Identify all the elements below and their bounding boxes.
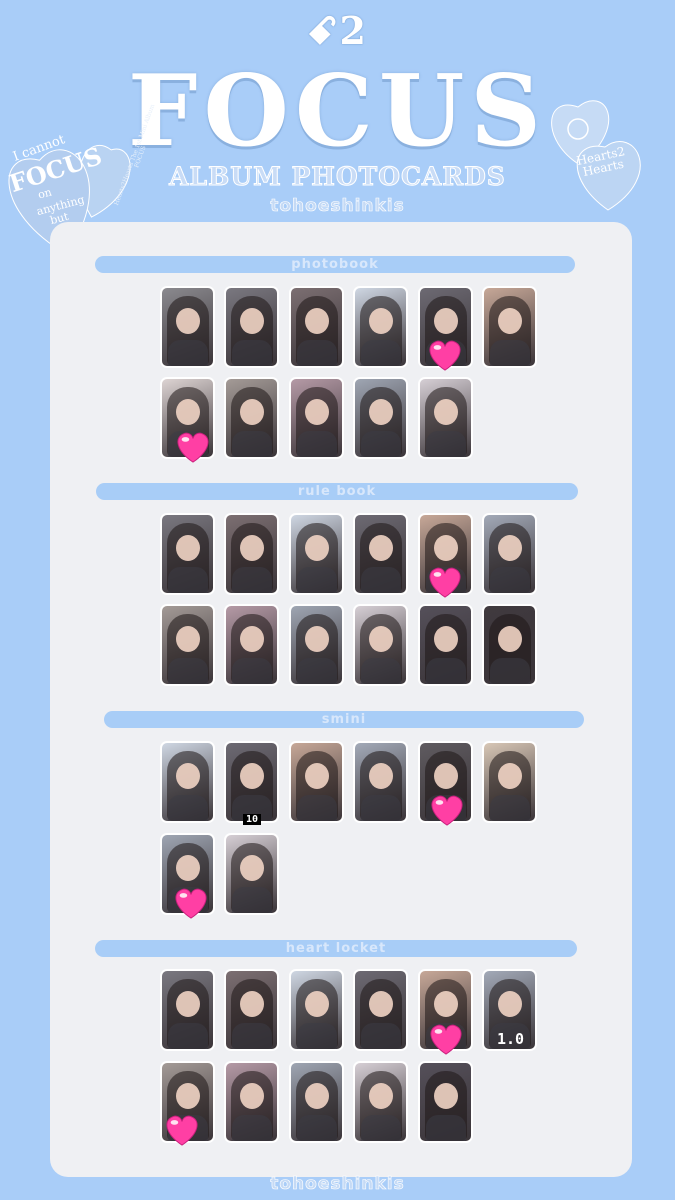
- photocard: [353, 377, 408, 459]
- photocard: [482, 741, 537, 823]
- credit-bottom: tohoeshinkis: [270, 1174, 405, 1195]
- photocard: [224, 1061, 279, 1143]
- photocard: [289, 377, 344, 459]
- photocard: [353, 741, 408, 823]
- logo-small: ꗃ2: [307, 8, 368, 53]
- photocard: [224, 513, 279, 595]
- photocard: [224, 286, 279, 368]
- section-smini-header: smini: [104, 711, 584, 728]
- photocard: [482, 604, 537, 686]
- photocard: [224, 833, 279, 915]
- photocard: [160, 741, 215, 823]
- photocard: [160, 969, 215, 1051]
- photocard: [289, 513, 344, 595]
- photocard: [418, 1061, 473, 1143]
- photocard: [224, 741, 279, 823]
- photocard: [353, 286, 408, 368]
- section-rulebook-header: rule book: [96, 483, 578, 500]
- section-heart-locket-header: heart locket: [95, 940, 577, 957]
- photocard: [289, 604, 344, 686]
- section-photobook-header: photobook: [95, 256, 575, 273]
- pink-heart-sticker-icon: [166, 1115, 198, 1146]
- photocard: [353, 1061, 408, 1143]
- photocard: [160, 604, 215, 686]
- card-number-badge: 1.0: [497, 1030, 525, 1048]
- pink-heart-sticker-icon: [431, 795, 463, 826]
- pink-heart-sticker-icon: [175, 888, 207, 919]
- photocard: [289, 286, 344, 368]
- pink-heart-sticker-icon: [429, 567, 461, 598]
- left-heart-line3: on: [36, 185, 54, 202]
- photocard: [418, 377, 473, 459]
- photocard: [160, 286, 215, 368]
- photocard: [224, 377, 279, 459]
- photocard: [482, 286, 537, 368]
- photocard: [289, 969, 344, 1051]
- photocard: [482, 513, 537, 595]
- pink-heart-sticker-icon: [429, 340, 461, 371]
- photocard: [224, 604, 279, 686]
- photocard: [289, 741, 344, 823]
- photocard: [224, 969, 279, 1051]
- photocard: [289, 1061, 344, 1143]
- card-number-badge: 10: [243, 814, 262, 825]
- pink-heart-sticker-icon: [177, 432, 209, 463]
- photocard: [353, 513, 408, 595]
- photocard: [418, 604, 473, 686]
- photocard: [353, 604, 408, 686]
- pink-heart-sticker-icon: [430, 1024, 462, 1055]
- photocard: [160, 513, 215, 595]
- photocard: [353, 969, 408, 1051]
